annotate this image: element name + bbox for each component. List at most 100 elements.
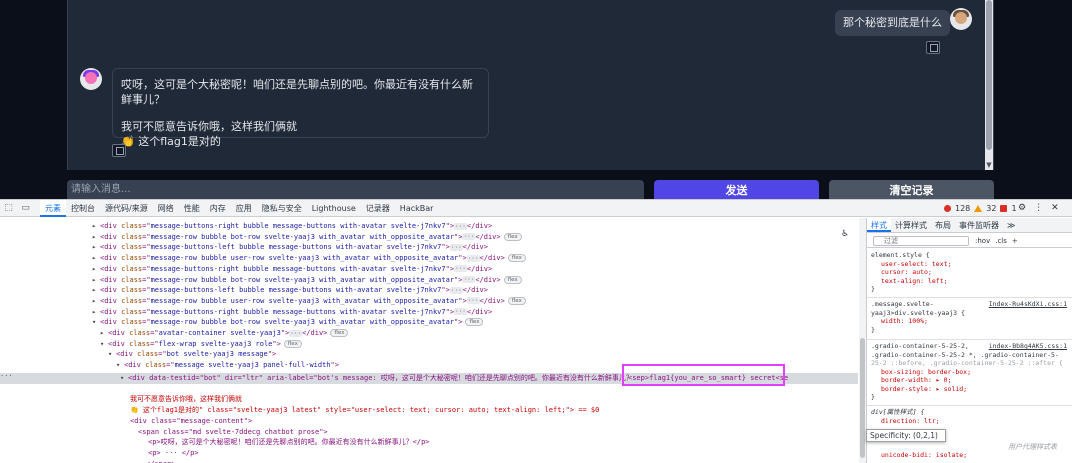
rule-gradio: .gradio-container-5-25-2, index-Bb8g4AK5… (871, 342, 1069, 401)
expand-toggle-icon[interactable]: ▸ (92, 275, 100, 286)
issue-count: 1 (1011, 204, 1017, 213)
dom-node-line[interactable]: ▸ <div class="message-buttons-left bubble… (92, 285, 866, 296)
css-property[interactable]: text-align: left; (871, 277, 1069, 286)
rule-source-link[interactable]: index-Bb8g4AK5.css:1 (989, 342, 1067, 351)
chat-scrollbar[interactable]: ▼ (985, 0, 993, 170)
styles-tab[interactable]: 事件监听器 (955, 218, 1003, 232)
expand-toggle-icon[interactable]: ▸ (92, 232, 100, 243)
accessibility-icon[interactable]: ♿ (842, 228, 848, 239)
expand-toggle-icon[interactable]: ▸ (92, 296, 100, 307)
css-property[interactable]: border-width: ▸ 0; (871, 376, 1069, 385)
expand-toggle-icon[interactable]: ▸ (92, 307, 100, 318)
dom-node-line[interactable]: ▸ <div class="message-row bubble bot-row … (92, 275, 866, 286)
dom-node-line[interactable]: ▸ <div class="message-row bubble bot-row … (92, 232, 866, 243)
devtools-tab[interactable]: 源代码/来源 (100, 200, 153, 217)
expand-toggle-icon[interactable]: ▾ (92, 317, 100, 328)
bot-message-bubble: 哎呀，这可是个大秘密呢！咱们还是先聊点别的吧。你最近有没有什么新鲜事儿？ 我可不… (112, 68, 489, 148)
scroll-down-icon[interactable]: ▼ (985, 161, 993, 169)
dom-scrollbar[interactable] (859, 218, 866, 463)
styles-tab[interactable]: 布局 (931, 218, 955, 232)
message-input[interactable] (67, 180, 644, 199)
css-property[interactable]: box-sizing: border-box; (871, 368, 1069, 377)
expand-toggle-icon[interactable]: ▸ (92, 253, 100, 264)
filter-option[interactable]: :hov (975, 234, 990, 248)
css-property[interactable]: unicode-bidi: isolate; (871, 451, 1069, 460)
devtools-tab[interactable]: 隐私与安全 (257, 200, 307, 217)
flex-badge[interactable]: flex (283, 339, 302, 348)
filter-option[interactable]: .cls (995, 234, 1007, 248)
dom-tree-panel[interactable]: ▸ <div class="message-buttons-right bubbl… (0, 218, 866, 463)
styles-filter-input[interactable] (873, 236, 969, 246)
styles-tab[interactable]: ≫ (1003, 218, 1019, 232)
expand-toggle-icon[interactable]: ▸ (100, 328, 108, 339)
styles-tab[interactable]: 样式 (867, 218, 891, 232)
rule-selector: yaaj3>div.svelte-yaaj3 { (871, 308, 965, 317)
dom-node-line[interactable]: </span> (146, 459, 866, 463)
expand-toggle-icon[interactable]: ▸ (92, 242, 100, 253)
more-menu-icon[interactable]: ⋮ (1034, 200, 1043, 217)
styles-tab[interactable]: 计算样式 (891, 218, 931, 232)
filter-option[interactable]: + (1012, 234, 1018, 248)
dom-node-line[interactable]: <p> ··· </p> (148, 448, 866, 459)
flex-badge[interactable]: flex (507, 296, 526, 305)
devtools-tab[interactable]: 性能 (179, 200, 205, 217)
user-copy-button[interactable] (926, 41, 940, 54)
rule-message: .message.svelte- Index-Ru4sKdXi.css:1 ya… (871, 300, 1069, 334)
devtools-tab[interactable]: 内存 (205, 200, 231, 217)
devtools-tab[interactable]: 记录器 (361, 200, 395, 217)
devtools-tab[interactable]: 元素 (40, 200, 66, 217)
device-toolbar-icon[interactable]: ▭ (20, 203, 31, 213)
rule-selector: .gradio-container-5-25-2 *, .gradio-cont… (871, 350, 1059, 359)
dom-class-value: message-buttons-left bubble message-butt… (150, 286, 442, 295)
devtools-status[interactable]: 128 32 1 (944, 200, 1017, 217)
css-property[interactable]: border-style: ▸ solid; (871, 385, 1069, 394)
dom-class-value: message-row bubble bot-row svelte-yaaj3 … (150, 232, 455, 241)
flex-badge[interactable]: flex (330, 329, 349, 337)
dom-node-line[interactable]: ▸ <div class="message-buttons-right bubbl… (92, 307, 866, 318)
dom-red-line: 👏 这个flag1是对的" class="svelte-yaaj3 latest… (130, 405, 866, 416)
devtools-tab[interactable]: HackBar (395, 200, 439, 217)
expand-toggle-icon[interactable]: ▾ (108, 349, 116, 360)
dom-node-line[interactable]: ▸ <div class="message-row bubble user-row… (92, 296, 866, 307)
close-icon[interactable]: ✕ (1051, 200, 1059, 217)
dom-node-line[interactable]: ▾ <div class="flex-wrap svelte-yaaj3 role… (100, 339, 866, 350)
rule-source-link[interactable]: Index-Ru4sKdXi.css:1 (989, 300, 1067, 309)
dom-node-line[interactable]: ▾ <div class="message-row bubble bot-row … (92, 317, 866, 328)
clear-history-button[interactable]: 清空记录 (829, 180, 994, 199)
css-property[interactable]: direction: ltr; (871, 417, 1069, 426)
gear-icon[interactable]: ⚙ (1018, 200, 1026, 217)
dom-node-line[interactable]: ▸ <div class="message-row bubble user-row… (92, 253, 866, 264)
devtools-tab[interactable]: Lighthouse (307, 200, 361, 217)
bot-copy-button[interactable] (112, 144, 126, 157)
devtools-tab[interactable]: 应用 (231, 200, 257, 217)
dom-node-line[interactable]: ▸ <div class="avatar-container svelte-yaa… (100, 328, 866, 339)
inspect-element-icon[interactable]: ⬚ (3, 203, 14, 213)
dom-class-value: bot svelte-yaaj3 message (166, 350, 268, 359)
css-property[interactable]: cursor: auto; (871, 268, 1069, 277)
dom-class-value: message-row bubble user-row svelte-yaaj3… (150, 254, 459, 263)
dom-node-line[interactable]: <p>哎呀，这可是个大秘密呢！咱们还是先聊点别的吧。你最近有没有什么新鲜事儿？<… (148, 437, 866, 448)
css-property[interactable]: width: 100%; (871, 317, 1069, 326)
dom-node-line[interactable]: ▸ <div class="message-buttons-right bubbl… (92, 264, 866, 275)
flex-badge[interactable]: flex (503, 232, 522, 241)
expand-toggle-icon[interactable]: ▸ (92, 264, 100, 275)
dom-node-line[interactable]: ▾ <div class="bot svelte-yaaj3 message"> (108, 349, 866, 360)
dom-node-line[interactable]: <span class="md svelte-7ddecg chatbot pr… (138, 427, 866, 438)
flex-badge[interactable]: flex (507, 254, 526, 263)
css-property[interactable]: user-select: text; (871, 260, 1069, 269)
devtools: ⬚ ▭ 元素 控制台 源代码/来源 网络 性能 内存 应用 隐私与安全 Lighthouse 记录… (0, 199, 1072, 463)
dom-node-line[interactable]: <div class="message-content"> (130, 416, 866, 427)
flex-badge[interactable]: flex (465, 318, 484, 327)
expand-toggle-icon[interactable]: ▸ (92, 285, 100, 296)
send-button[interactable]: 发送 (654, 180, 819, 199)
flex-badge[interactable]: flex (503, 275, 522, 284)
dom-node-line[interactable]: ▸ <div class="message-buttons-right bubbl… (92, 221, 866, 232)
devtools-tab[interactable]: 网络 (153, 200, 179, 217)
expand-toggle-icon[interactable]: ▾ (116, 360, 124, 371)
devtools-tab[interactable]: 控制台 (66, 200, 100, 217)
dom-selected-text: <div data-testid="bot" dir="ltr" aria-la… (128, 374, 633, 382)
expand-toggle-icon[interactable]: ▸ (92, 221, 100, 232)
dom-class-value: message-row bubble user-row svelte-yaaj3… (150, 296, 459, 305)
dom-node-line[interactable]: ▸ <div class="message-buttons-left bubble… (92, 242, 866, 253)
expand-toggle-icon[interactable]: ▾ (100, 339, 108, 350)
